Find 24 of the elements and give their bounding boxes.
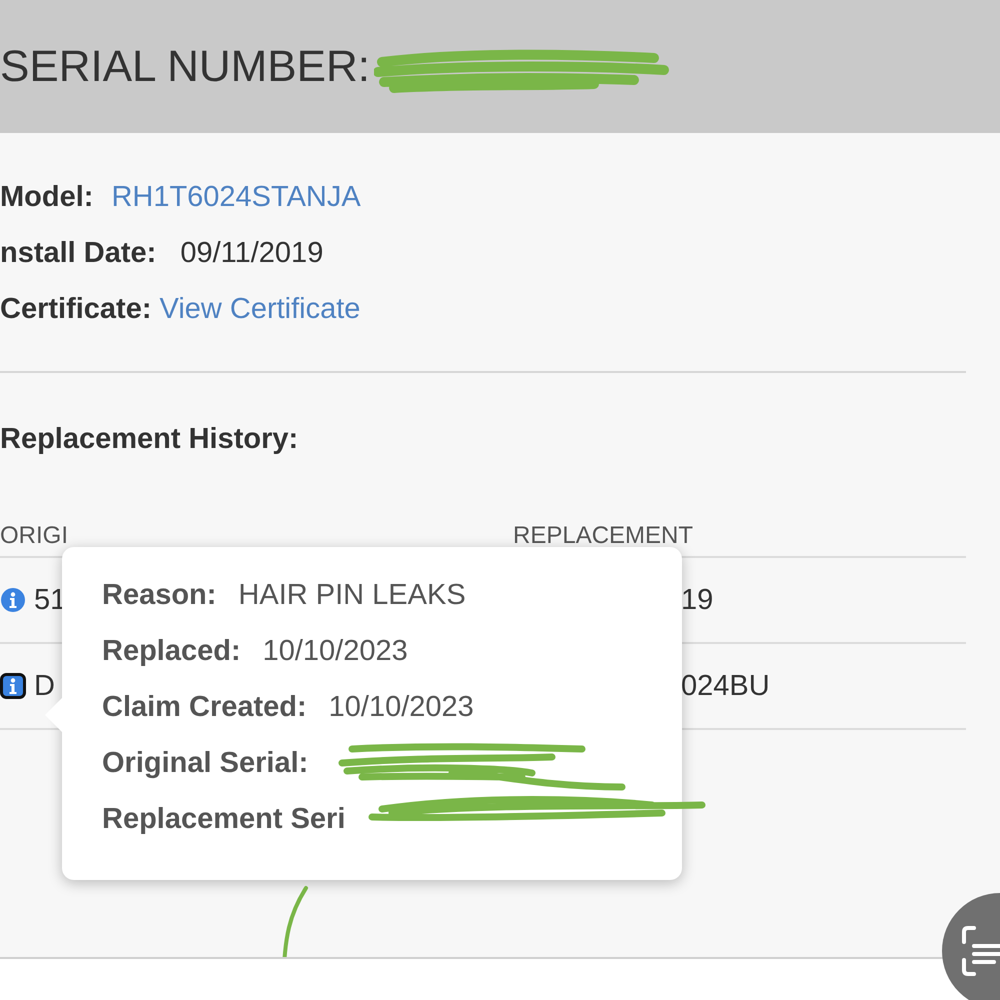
tooltip-value: HAIR PIN LEAKS [238,579,466,612]
info-icon[interactable] [0,673,26,699]
tooltip-label: Reason: [102,579,216,612]
serial-number-title: SERIAL NUMBER: [0,42,370,92]
table-cell: 024BU [681,670,770,702]
table-cell: 19 [681,584,714,616]
tooltip-value: 10/10/2023 [262,635,408,668]
section-title: Replacement History: [0,423,300,456]
column-header: ORIGI [0,522,70,550]
tooltip-label: Replaced: [102,635,241,668]
detail-link[interactable]: RH1T6024STANJA [111,181,361,214]
detail-label: nstall Date: [0,237,156,270]
detail-label: Model: [0,181,94,214]
table-cell: D [34,670,55,702]
tooltip-value: 10/10/2023 [328,691,474,724]
table-cell: 51 [34,584,66,616]
tooltip-label: Claim Created: [102,691,307,724]
detail-label: Certificate: [0,293,152,326]
detail-link[interactable]: View Certificate [160,293,360,326]
detail-value: 09/11/2019 [180,237,324,270]
scan-text-icon [960,924,1000,978]
tooltip-label: Replacement Seri [102,803,346,836]
tooltip-label: Original Serial: [102,747,308,780]
column-header: REPLACEMENT [513,522,694,550]
